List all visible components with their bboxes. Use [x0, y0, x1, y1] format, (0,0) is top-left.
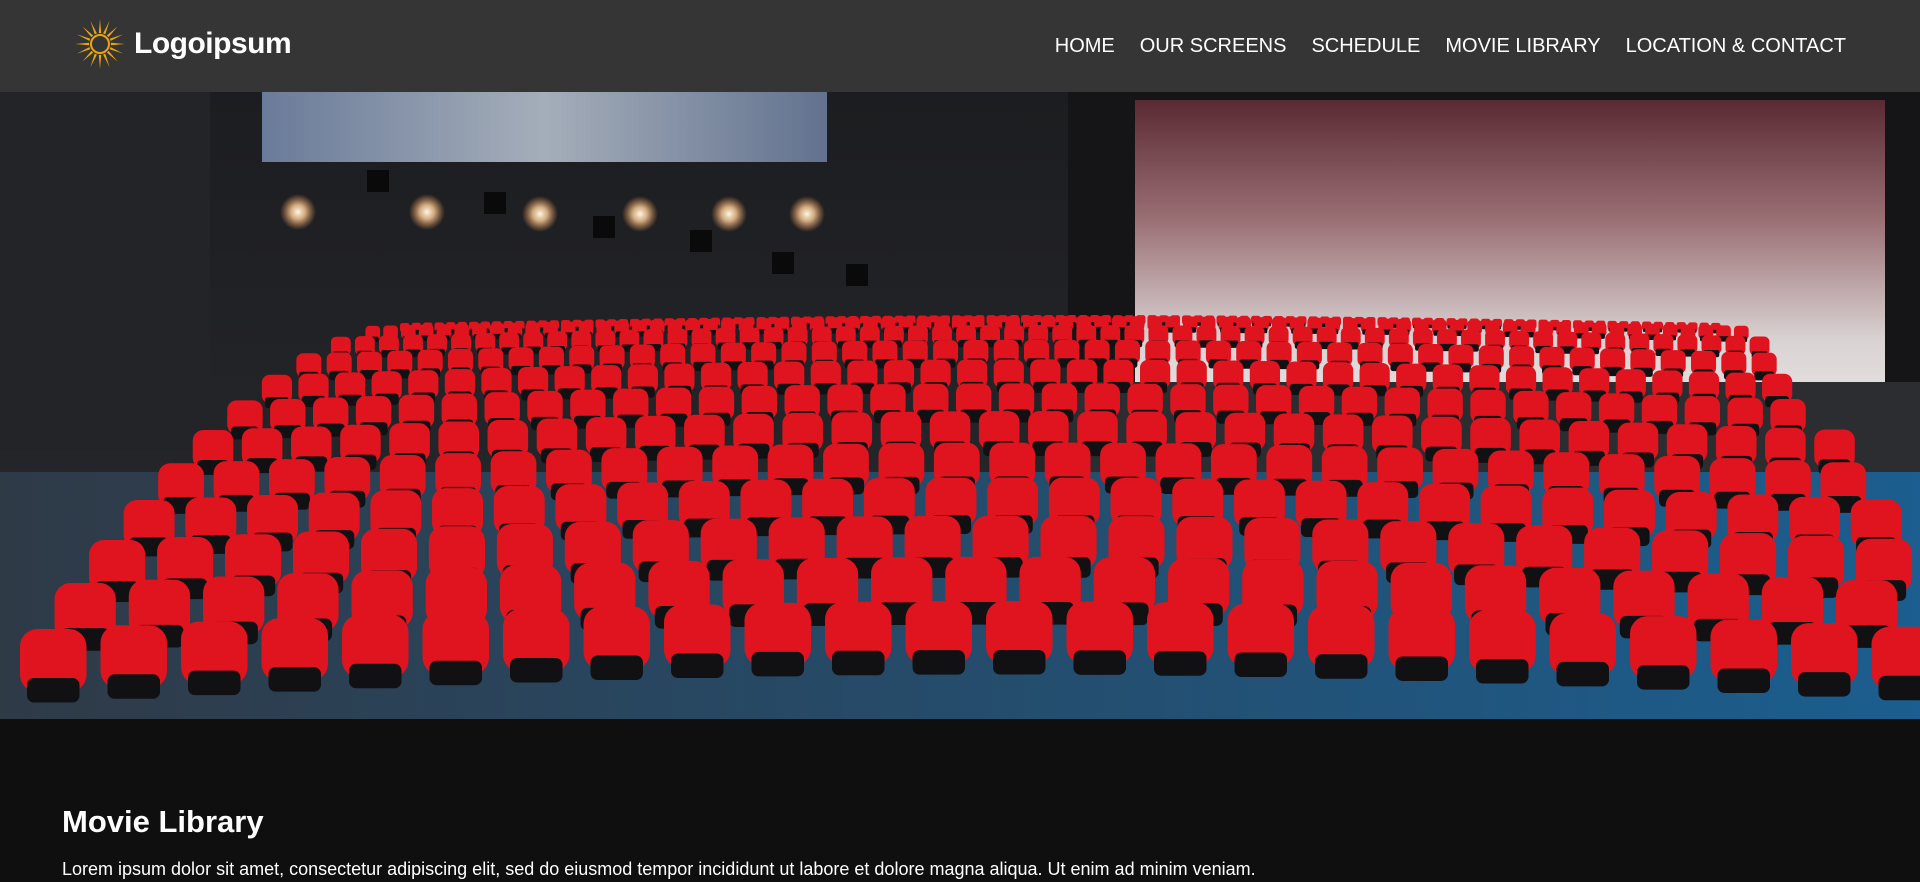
cinema-auditorium-photo	[0, 92, 1920, 719]
intro-paragraph: Lorem ipsum dolor sit amet, consectetur …	[62, 856, 1862, 882]
hero-image	[0, 92, 1920, 719]
ceiling-light-band-shade	[262, 92, 827, 162]
nav-schedule[interactable]: SCHEDULE	[1311, 33, 1420, 59]
site-header: Logoipsum HOME OUR SCREENS SCHEDULE MOVI…	[0, 0, 1920, 92]
nav-location-contact[interactable]: LOCATION & CONTACT	[1626, 33, 1846, 59]
nav-movie-library[interactable]: MOVIE LIBRARY	[1445, 33, 1600, 59]
brand-name: Logoipsum	[134, 27, 291, 61]
sunburst-logo-icon	[74, 18, 126, 70]
seat-rows	[20, 315, 1920, 702]
left-wall-panel	[0, 92, 210, 452]
main-nav: HOME OUR SCREENS SCHEDULE MOVIE LIBRARY …	[1030, 33, 1846, 59]
brand-logo[interactable]: Logoipsum	[74, 18, 291, 70]
nav-home[interactable]: HOME	[1055, 33, 1115, 59]
nav-our-screens[interactable]: OUR SCREENS	[1140, 33, 1287, 59]
page-title: Movie Library	[62, 800, 1862, 844]
main-content: Movie Library Lorem ipsum dolor sit amet…	[62, 800, 1862, 882]
